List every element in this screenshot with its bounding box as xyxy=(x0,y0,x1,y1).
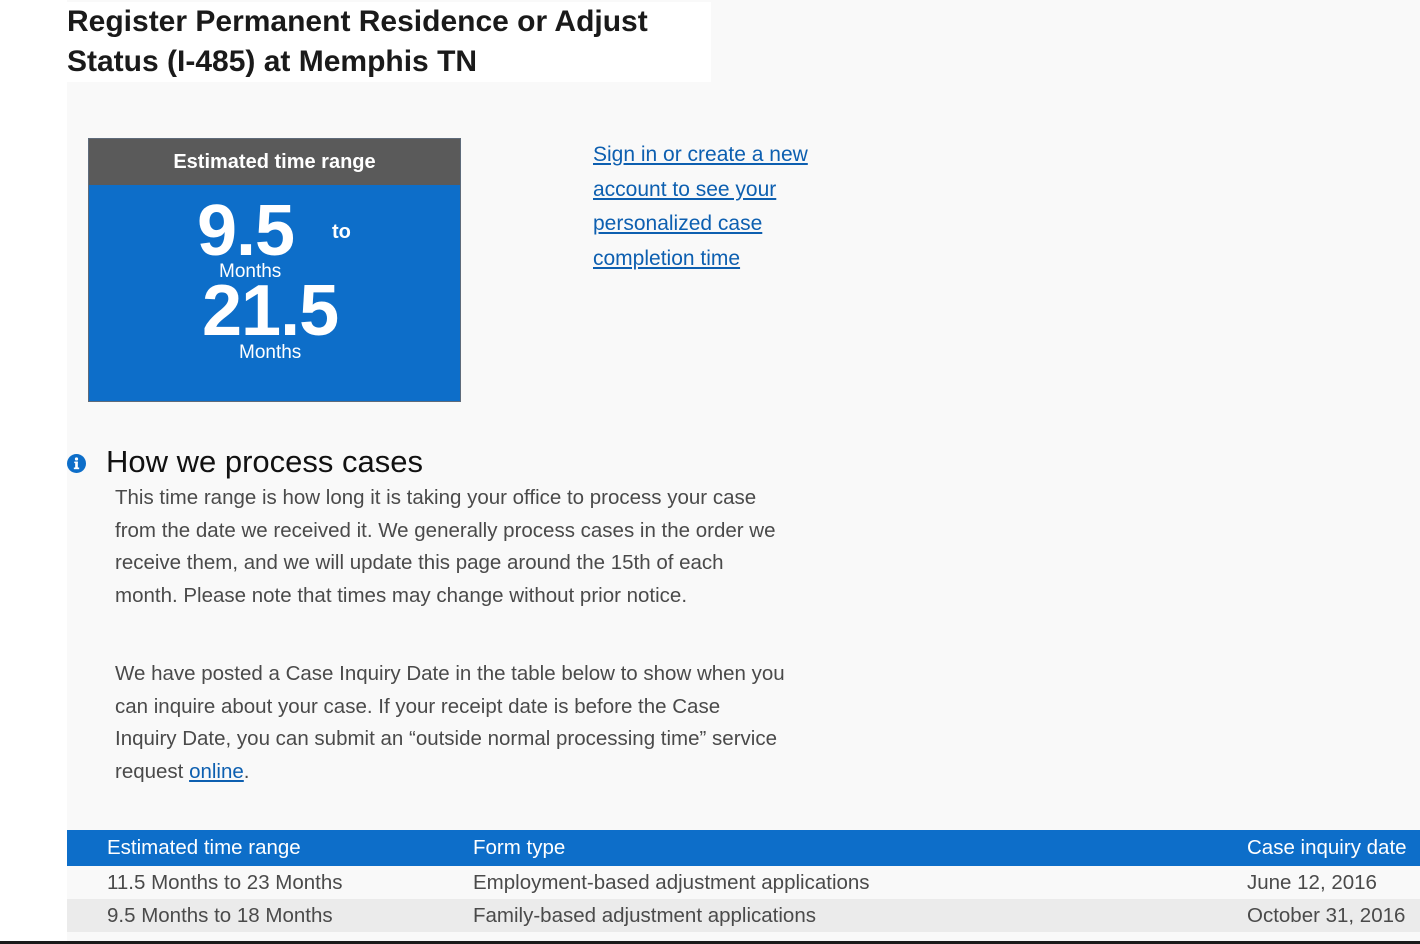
table-header-time-range: Estimated time range xyxy=(67,830,473,866)
table-cell-time-range: 9.5 Months to 18 Months xyxy=(67,899,473,932)
table-cell-time-range: 11.5 Months to 23 Months xyxy=(67,866,473,899)
table-header-form-type: Form type xyxy=(473,830,1247,866)
estimate-card: Estimated time range 9.5 to Months 21.5 … xyxy=(88,138,461,402)
table-cell-inquiry-date: June 12, 2016 xyxy=(1247,866,1420,899)
estimate-card-body: 9.5 to Months 21.5 Months xyxy=(89,185,460,401)
page: Register Permanent Residence or Adjust S… xyxy=(0,0,1420,944)
table-row: 9.5 Months to 18 Months Family-based adj… xyxy=(67,899,1420,932)
table-cell-inquiry-date: October 31, 2016 xyxy=(1247,899,1420,932)
table-row: 11.5 Months to 23 Months Employment-base… xyxy=(67,866,1420,899)
estimate-card-header: Estimated time range xyxy=(89,139,460,185)
process-section-title: How we process cases xyxy=(106,444,424,479)
online-link[interactable]: online xyxy=(189,760,244,783)
processing-times-table: Estimated time range Form type Case inqu… xyxy=(67,830,1420,932)
estimate-connector: to xyxy=(332,221,351,243)
estimate-max-unit: Months xyxy=(239,342,302,363)
process-paragraph-2-end: . xyxy=(243,759,250,783)
signin-link[interactable]: Sign in or create a new account to see y… xyxy=(593,138,833,276)
page-title: Register Permanent Residence or Adjust S… xyxy=(67,2,711,82)
table-header-row: Estimated time range Form type Case inqu… xyxy=(67,830,1420,866)
table-cell-form-type: Employment-based adjustment applications xyxy=(473,866,1247,899)
table-header-inquiry-date: Case inquiry date xyxy=(1247,830,1420,866)
process-paragraph-2: We have posted a Case Inquiry Date in th… xyxy=(115,658,785,788)
estimate-max-value: 21.5 xyxy=(202,271,339,351)
table-cell-form-type: Family-based adjustment applications xyxy=(473,899,1247,932)
process-paragraph-1: This time range is how long it is taking… xyxy=(115,486,776,607)
estimate-min-value: 9.5 xyxy=(197,191,295,271)
info-icon xyxy=(67,454,86,473)
